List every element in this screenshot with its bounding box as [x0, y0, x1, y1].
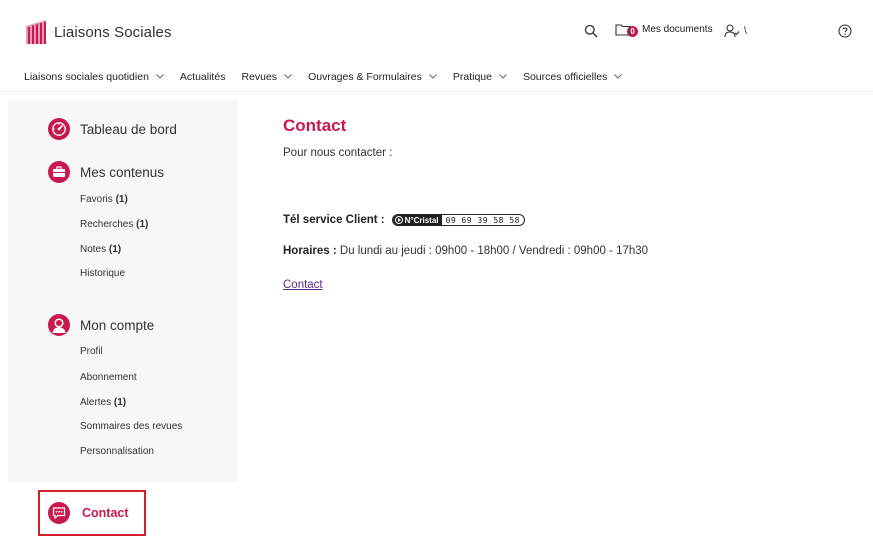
nav-item-label: Liaisons sociales quotidien: [24, 70, 149, 83]
sidebar-item-sommaires-des-revues[interactable]: Sommaires des revues: [80, 421, 182, 432]
item-count: (1): [113, 397, 127, 408]
nav-item-sources-officielles[interactable]: Sources officielles: [522, 70, 623, 83]
chevron-down-icon: [499, 74, 507, 79]
opening-hours: Horaires : Du lundi au jeudi : 09h00 - 1…: [283, 245, 648, 257]
sidebar-item-alertes[interactable]: Alertes (1): [80, 397, 126, 408]
sidebar-section-title: Mon compte: [80, 317, 155, 333]
item-count: (1): [108, 244, 122, 255]
nav-item-label: Ouvrages & Formulaires: [308, 70, 422, 83]
chevron-down-icon: [284, 74, 292, 79]
chevron-down-icon: [614, 74, 623, 79]
sidebar-item-personnalisation[interactable]: Personnalisation: [80, 446, 154, 457]
folder-icon: [615, 24, 631, 36]
sidebar-item-label: Tableau de bord: [80, 121, 177, 137]
sidebar-item-notes[interactable]: Notes (1): [80, 244, 121, 255]
phone-row: Tél service Client : N°Cristal 09 69 39 …: [283, 214, 525, 226]
sidebar-item-label: Abonnement: [80, 372, 137, 383]
nav-item-pratique[interactable]: Pratique: [453, 71, 507, 83]
page-title: Contact: [283, 116, 347, 135]
nav-item-revues[interactable]: Revues: [241, 71, 292, 83]
user-name: \: [744, 25, 747, 37]
brand-name: Liaisons Sociales: [54, 23, 172, 41]
brand-logo[interactable]: Liaisons Sociales: [24, 18, 172, 46]
chevron-down-icon: [156, 74, 164, 79]
sidebar-item-label: Historique: [80, 268, 126, 279]
contact-link[interactable]: Contact: [283, 279, 323, 291]
cristal-brand: N°Cristal: [392, 215, 442, 225]
sidebar-item-label: Notes: [80, 244, 107, 255]
liaisons-sociales-logo-icon: [26, 20, 46, 44]
sidebar-section-title: Mes contenus: [80, 164, 165, 180]
item-count: (1): [115, 194, 128, 205]
nav-item-label: Revues: [241, 70, 278, 83]
sidebar-item-contact[interactable]: Contact: [38, 490, 146, 536]
sidebar-item-label: Contact: [82, 506, 129, 520]
sidebar-item-recherches[interactable]: Recherches (1): [80, 219, 148, 230]
user-check-icon: [724, 24, 740, 38]
chat-bubble-icon: [48, 502, 70, 524]
briefcase-icon: [48, 161, 70, 183]
cristal-brand-label: N°Cristal: [404, 215, 439, 225]
hours-value: Du lundi au jeudi : 09h00 - 18h00 / Vend…: [336, 245, 649, 257]
user-profile-icon: [48, 314, 70, 336]
main-nav: Liaisons sociales quotidien Actualités R…: [0, 62, 873, 92]
sidebar: Tableau de bord Mes contenus Favoris (1)…: [8, 100, 238, 482]
page-subtitle: Pour nous contacter :: [283, 147, 393, 159]
sidebar-item-dashboard[interactable]: Tableau de bord: [8, 118, 177, 140]
sidebar-item-label: Personnalisation: [80, 446, 154, 457]
sidebar-item-label: Sommaires des revues: [80, 421, 183, 432]
sidebar-item-favoris[interactable]: Favoris (1): [80, 194, 128, 205]
cristal-number-badge[interactable]: N°Cristal 09 69 39 58 58: [391, 214, 525, 226]
sidebar-item-label: Recherches: [80, 219, 134, 230]
hours-label: Horaires :: [283, 245, 337, 257]
nav-item-liaisons-sociales-quotidien[interactable]: Liaisons sociales quotidien: [24, 71, 164, 83]
nav-item-ouvrages-formulaires[interactable]: Ouvrages & Formulaires: [308, 71, 437, 83]
search-icon[interactable]: [584, 24, 598, 38]
sidebar-item-profil[interactable]: Profil: [80, 346, 103, 357]
help-icon[interactable]: [838, 24, 852, 38]
sidebar-item-label: Alertes: [80, 397, 112, 408]
sidebar-item-abonnement[interactable]: Abonnement: [80, 372, 137, 383]
nav-item-label: Sources officielles: [522, 70, 608, 83]
main-content: Contact Pour nous contacter : Tél servic…: [283, 116, 843, 291]
item-count: (1): [136, 219, 149, 230]
user-account-button[interactable]: \: [724, 24, 747, 38]
sidebar-item-label: Favoris: [80, 194, 113, 205]
sidebar-section-my-contents[interactable]: Mes contenus: [8, 161, 164, 183]
my-documents-button[interactable]: 0 Mes documents: [615, 22, 713, 37]
play-icon: [394, 216, 403, 224]
chevron-down-icon: [429, 74, 437, 79]
nav-item-label: Pratique: [452, 70, 492, 83]
phone-label: Tél service Client :: [283, 214, 385, 226]
nav-item-label: Actualités: [179, 70, 226, 83]
sidebar-section-my-account[interactable]: Mon compte: [8, 314, 154, 336]
documents-label: Mes documents: [642, 24, 713, 35]
dashboard-gauge-icon: [48, 118, 70, 140]
app-header: Liaisons Sociales 0 Mes documents \: [0, 0, 873, 62]
phone-number: 09 69 39 58 58: [445, 215, 520, 225]
sidebar-item-label: Profil: [80, 346, 103, 357]
nav-item-actualites[interactable]: Actualités: [180, 71, 226, 83]
sidebar-item-historique[interactable]: Historique: [80, 268, 125, 279]
